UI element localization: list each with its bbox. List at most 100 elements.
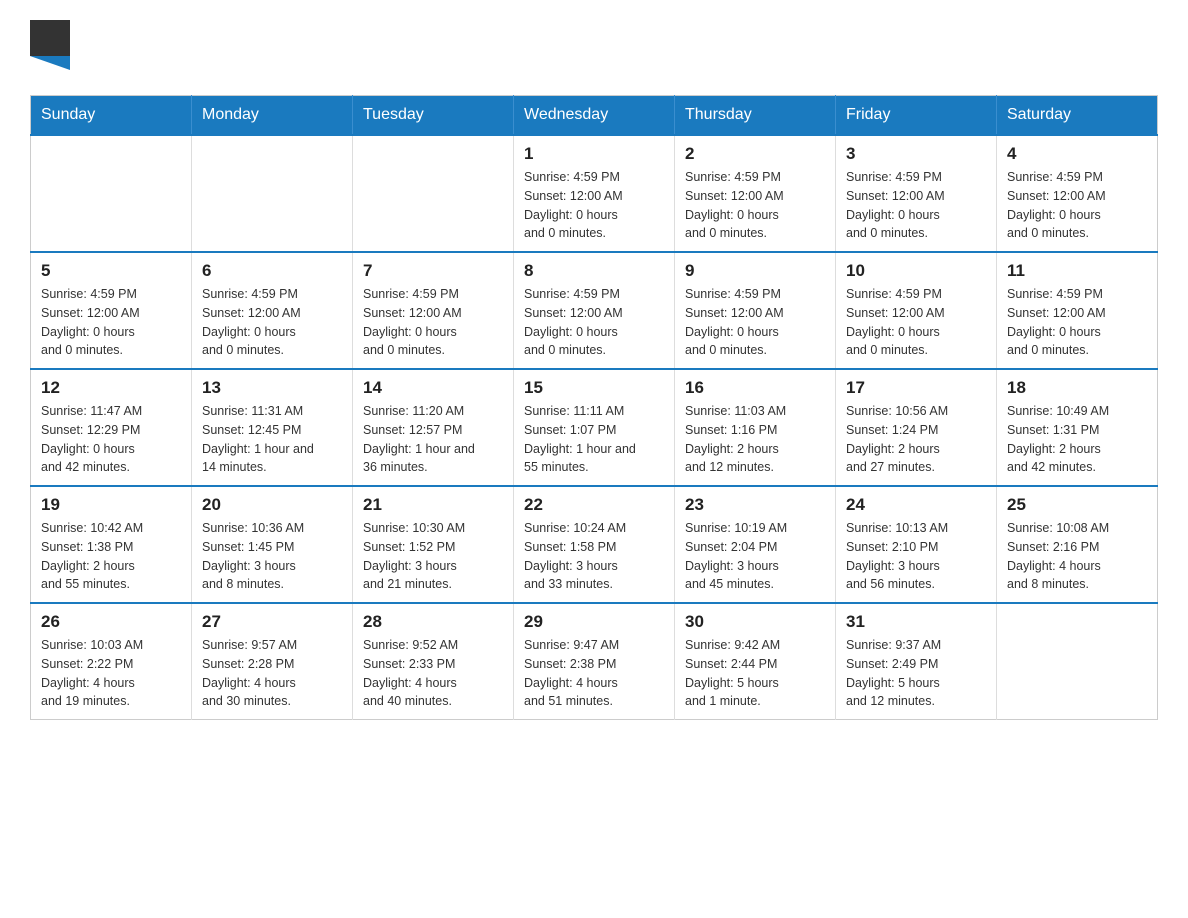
calendar-cell: 23 Sunrise: 10:19 AM Sunset: 2:04 PM Dayl… [675, 486, 836, 603]
header-monday: Monday [192, 96, 353, 136]
day-info: Sunrise: 10:49 AM Sunset: 1:31 PM Daylig… [1007, 402, 1147, 477]
calendar-cell: 2Sunrise: 4:59 PM Sunset: 12:00 AM Dayli… [675, 135, 836, 252]
day-info: Sunrise: 10:24 AM Sunset: 1:58 PM Daylig… [524, 519, 664, 594]
day-number: 3 [846, 144, 986, 164]
day-number: 23 [685, 495, 825, 515]
calendar-cell: 13 Sunrise: 11:31 AM Sunset: 12:45 PM Day… [192, 369, 353, 486]
calendar-week-row: 5 Sunrise: 4:59 PM Sunset: 12:00 AM Dayli… [31, 252, 1158, 369]
calendar-cell: 11 Sunrise: 4:59 PM Sunset: 12:00 AM Dayl… [997, 252, 1158, 369]
day-info: Sunrise: 4:59 PM Sunset: 12:00 AM Daylig… [1007, 168, 1147, 243]
calendar-cell: 6 Sunrise: 4:59 PM Sunset: 12:00 AM Dayli… [192, 252, 353, 369]
calendar-cell: 5 Sunrise: 4:59 PM Sunset: 12:00 AM Dayli… [31, 252, 192, 369]
day-info: Sunrise: 4:59 PM Sunset: 12:00 AM Daylig… [846, 285, 986, 360]
day-number: 16 [685, 378, 825, 398]
day-info: Sunrise: 10:56 AM Sunset: 1:24 PM Daylig… [846, 402, 986, 477]
calendar-cell [997, 603, 1158, 720]
day-info: Sunrise: 4:59 PM Sunset: 12:00 AM Daylig… [41, 285, 181, 360]
day-info: Sunrise: 4:59 PM Sunset: 12:00 AM Daylig… [363, 285, 503, 360]
day-number: 25 [1007, 495, 1147, 515]
header-sunday: Sunday [31, 96, 192, 136]
day-info: Sunrise: 9:37 AM Sunset: 2:49 PM Dayligh… [846, 636, 986, 711]
day-number: 20 [202, 495, 342, 515]
day-info: Sunrise: 9:47 AM Sunset: 2:38 PM Dayligh… [524, 636, 664, 711]
day-number: 5 [41, 261, 181, 281]
calendar-week-row: 19Sunrise: 10:42 AM Sunset: 1:38 PM Dayl… [31, 486, 1158, 603]
day-info: Sunrise: 11:47 AM Sunset: 12:29 PM Dayli… [41, 402, 181, 477]
day-number: 12 [41, 378, 181, 398]
calendar-week-row: 26Sunrise: 10:03 AM Sunset: 2:22 PM Dayl… [31, 603, 1158, 720]
day-number: 15 [524, 378, 664, 398]
day-number: 27 [202, 612, 342, 632]
day-info: Sunrise: 10:36 AM Sunset: 1:45 PM Daylig… [202, 519, 342, 594]
calendar-table: SundayMondayTuesdayWednesdayThursdayFrid… [30, 95, 1158, 720]
day-number: 21 [363, 495, 503, 515]
day-info: Sunrise: 4:59 PM Sunset: 12:00 AM Daylig… [685, 285, 825, 360]
day-info: Sunrise: 10:08 AM Sunset: 2:16 PM Daylig… [1007, 519, 1147, 594]
day-number: 30 [685, 612, 825, 632]
calendar-cell: 12 Sunrise: 11:47 AM Sunset: 12:29 PM Day… [31, 369, 192, 486]
calendar-cell: 9 Sunrise: 4:59 PM Sunset: 12:00 AM Dayli… [675, 252, 836, 369]
day-number: 10 [846, 261, 986, 281]
calendar-cell: 27 Sunrise: 9:57 AM Sunset: 2:28 PM Dayli… [192, 603, 353, 720]
calendar-cell: 15 Sunrise: 11:11 AM Sunset: 1:07 PM Dayl… [514, 369, 675, 486]
calendar-week-row: 1Sunrise: 4:59 PM Sunset: 12:00 AM Dayli… [31, 135, 1158, 252]
day-number: 28 [363, 612, 503, 632]
calendar-cell: 24 Sunrise: 10:13 AM Sunset: 2:10 PM Dayl… [836, 486, 997, 603]
calendar-header: SundayMondayTuesdayWednesdayThursdayFrid… [31, 96, 1158, 136]
day-number: 18 [1007, 378, 1147, 398]
header-tuesday: Tuesday [353, 96, 514, 136]
day-info: Sunrise: 4:59 PM Sunset: 12:00 AM Daylig… [846, 168, 986, 243]
calendar-cell [192, 135, 353, 252]
day-info: Sunrise: 4:59 PM Sunset: 12:00 AM Daylig… [1007, 285, 1147, 360]
header-friday: Friday [836, 96, 997, 136]
calendar-cell: 7 Sunrise: 4:59 PM Sunset: 12:00 AM Dayli… [353, 252, 514, 369]
calendar-cell [31, 135, 192, 252]
day-number: 6 [202, 261, 342, 281]
calendar-cell: 3 Sunrise: 4:59 PM Sunset: 12:00 AM Dayli… [836, 135, 997, 252]
logo-icon [30, 20, 70, 75]
day-number: 9 [685, 261, 825, 281]
calendar-cell: 19Sunrise: 10:42 AM Sunset: 1:38 PM Dayl… [31, 486, 192, 603]
day-number: 2 [685, 144, 825, 164]
day-info: Sunrise: 11:31 AM Sunset: 12:45 PM Dayli… [202, 402, 342, 477]
logo [30, 20, 74, 75]
calendar-cell: 31Sunrise: 9:37 AM Sunset: 2:49 PM Dayli… [836, 603, 997, 720]
calendar-cell: 8 Sunrise: 4:59 PM Sunset: 12:00 AM Dayli… [514, 252, 675, 369]
day-number: 22 [524, 495, 664, 515]
day-info: Sunrise: 10:13 AM Sunset: 2:10 PM Daylig… [846, 519, 986, 594]
calendar-cell: 30 Sunrise: 9:42 AM Sunset: 2:44 PM Dayli… [675, 603, 836, 720]
calendar-cell: 25 Sunrise: 10:08 AM Sunset: 2:16 PM Dayl… [997, 486, 1158, 603]
calendar-cell: 22 Sunrise: 10:24 AM Sunset: 1:58 PM Dayl… [514, 486, 675, 603]
day-number: 29 [524, 612, 664, 632]
calendar-cell: 10 Sunrise: 4:59 PM Sunset: 12:00 AM Dayl… [836, 252, 997, 369]
calendar-cell: 18 Sunrise: 10:49 AM Sunset: 1:31 PM Dayl… [997, 369, 1158, 486]
day-number: 8 [524, 261, 664, 281]
day-number: 19 [41, 495, 181, 515]
header-wednesday: Wednesday [514, 96, 675, 136]
day-info: Sunrise: 11:20 AM Sunset: 12:57 PM Dayli… [363, 402, 503, 477]
calendar-cell: 14 Sunrise: 11:20 AM Sunset: 12:57 PM Day… [353, 369, 514, 486]
day-number: 13 [202, 378, 342, 398]
calendar-cell: 26Sunrise: 10:03 AM Sunset: 2:22 PM Dayl… [31, 603, 192, 720]
day-number: 4 [1007, 144, 1147, 164]
day-number: 24 [846, 495, 986, 515]
day-info: Sunrise: 9:57 AM Sunset: 2:28 PM Dayligh… [202, 636, 342, 711]
day-number: 7 [363, 261, 503, 281]
day-info: Sunrise: 11:11 AM Sunset: 1:07 PM Daylig… [524, 402, 664, 477]
day-info: Sunrise: 4:59 PM Sunset: 12:00 AM Daylig… [202, 285, 342, 360]
calendar-cell: 1Sunrise: 4:59 PM Sunset: 12:00 AM Dayli… [514, 135, 675, 252]
day-info: Sunrise: 9:42 AM Sunset: 2:44 PM Dayligh… [685, 636, 825, 711]
day-info: Sunrise: 10:03 AM Sunset: 2:22 PM Daylig… [41, 636, 181, 711]
calendar-cell: 28Sunrise: 9:52 AM Sunset: 2:33 PM Dayli… [353, 603, 514, 720]
calendar-cell: 4 Sunrise: 4:59 PM Sunset: 12:00 AM Dayli… [997, 135, 1158, 252]
day-info: Sunrise: 4:59 PM Sunset: 12:00 AM Daylig… [524, 168, 664, 243]
calendar-week-row: 12 Sunrise: 11:47 AM Sunset: 12:29 PM Day… [31, 369, 1158, 486]
day-number: 11 [1007, 261, 1147, 281]
day-info: Sunrise: 4:59 PM Sunset: 12:00 AM Daylig… [524, 285, 664, 360]
header-row: SundayMondayTuesdayWednesdayThursdayFrid… [31, 96, 1158, 136]
header-saturday: Saturday [997, 96, 1158, 136]
header-thursday: Thursday [675, 96, 836, 136]
day-info: Sunrise: 10:19 AM Sunset: 2:04 PM Daylig… [685, 519, 825, 594]
day-number: 14 [363, 378, 503, 398]
calendar-cell [353, 135, 514, 252]
